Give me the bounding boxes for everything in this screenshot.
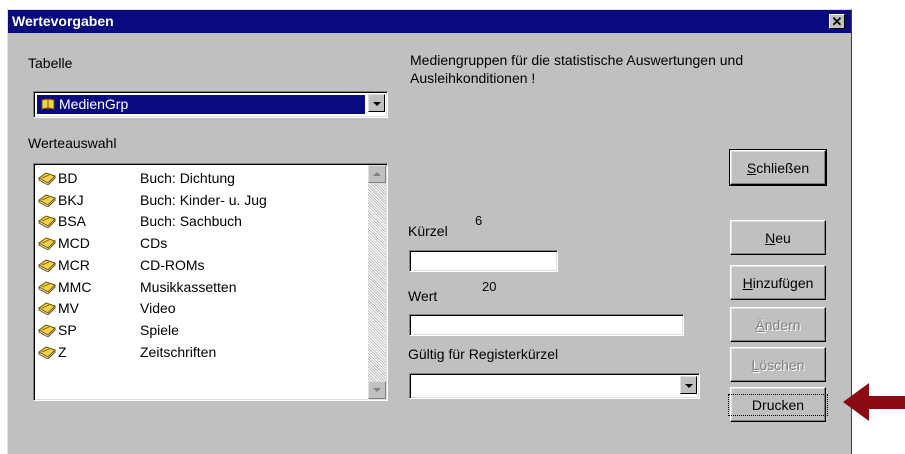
kuerzel-maxlen: 6: [475, 213, 483, 228]
list-item-code: MV: [58, 300, 79, 317]
list-item-code: BD: [58, 170, 78, 186]
list-item-description: Buch: Sachbuch: [140, 213, 242, 230]
list-item[interactable]: Z Zeitschriften: [38, 343, 368, 363]
open-book-icon: [38, 280, 56, 294]
tabelle-dropdown-arrow[interactable]: [368, 94, 385, 112]
aendern-button[interactable]: Ändern: [730, 307, 826, 342]
red-arrow-icon: [843, 383, 905, 421]
hinzufuegen-button[interactable]: Hinzufügen: [730, 265, 826, 300]
title-bar[interactable]: Wertevorgaben ✕: [8, 10, 851, 33]
schliessen-button[interactable]: Schließen: [729, 149, 827, 186]
registerkuerzel-dropdown[interactable]: [409, 373, 700, 399]
tabelle-selected-text: MedienGrp: [59, 96, 129, 112]
tabelle-label: Tabelle: [28, 55, 73, 71]
list-item-code: Z: [58, 343, 67, 360]
list-item[interactable]: MCR CD-ROMs: [38, 256, 368, 276]
list-item[interactable]: SP Spiele: [38, 321, 368, 341]
open-book-icon: [41, 98, 55, 110]
wert-maxlen: 20: [482, 279, 497, 294]
open-book-icon: [38, 172, 56, 185]
description-text: Mediengruppen für die statistische Auswe…: [410, 52, 744, 86]
list-item[interactable]: BKJ Buch: Kinder- u. Jug: [38, 191, 368, 211]
neu-button[interactable]: Neu: [730, 220, 826, 255]
close-button[interactable]: ✕: [829, 14, 845, 29]
open-book-icon: [38, 215, 56, 229]
schliessen-label: Schließen: [746, 159, 810, 176]
werteauswahl-list[interactable]: BD Buch: Dichtung BKJ Buch: Kinder- u. Jug B…: [33, 163, 388, 401]
drucken-button[interactable]: Drucken: [728, 387, 828, 422]
open-book-icon: [38, 302, 56, 316]
scroll-up-button[interactable]: [368, 165, 386, 183]
neu-label: Neu: [765, 229, 791, 246]
gueltig-label: Gültig für Registerkürzel: [408, 346, 559, 362]
wert-field[interactable]: [409, 314, 684, 336]
list-item[interactable]: MCD CDs: [38, 234, 368, 254]
list-item-description: Spiele: [140, 321, 179, 338]
list-item-description: Buch: Kinder- u. Jug: [140, 191, 267, 208]
list-item-code: BSA: [58, 213, 87, 230]
list-item-description: Video: [140, 300, 176, 317]
list-item-description: Musikkassetten: [140, 278, 237, 295]
open-book-icon: [38, 324, 56, 337]
open-book-icon: [38, 194, 56, 207]
window-title: Wertevorgaben: [12, 13, 114, 29]
list-item-code: BKJ: [58, 191, 84, 208]
tabelle-selected-value: MedienGrp: [37, 95, 365, 114]
list-item[interactable]: BD Buch: Dichtung: [38, 169, 368, 189]
scroll-down-button[interactable]: [368, 381, 386, 399]
drucken-label: Drucken: [728, 393, 828, 416]
list-item-description: Zeitschriften: [140, 343, 217, 360]
list-item-description: CDs: [140, 235, 168, 252]
list-item-code: MCR: [58, 256, 90, 273]
list-item-description: Buch: Dichtung: [140, 170, 235, 186]
close-icon: ✕: [831, 14, 843, 29]
wert-label: Wert: [408, 288, 438, 304]
loeschen-button[interactable]: Löschen: [730, 347, 826, 382]
werteauswahl-label: Werteauswahl: [28, 135, 117, 151]
aendern-label: Ändern: [755, 316, 801, 333]
dialog-window: Wertevorgaben ✕ Tabelle MedienGrp Wertea…: [7, 9, 852, 454]
list-scrollbar[interactable]: [368, 165, 386, 399]
open-book-icon: [38, 237, 56, 251]
kuerzel-label: Kürzel: [408, 223, 448, 239]
list-item[interactable]: BSA Buch: Sachbuch: [38, 212, 368, 232]
list-item-description: CD-ROMs: [140, 256, 205, 273]
tabelle-dropdown[interactable]: MedienGrp: [33, 91, 388, 118]
open-book-icon: [38, 259, 56, 272]
list-item-code: MMC: [58, 278, 92, 295]
registerkuerzel-dropdown-arrow[interactable]: [680, 376, 697, 394]
kuerzel-field[interactable]: [409, 250, 558, 272]
loeschen-label: Löschen: [751, 356, 805, 373]
hinzufuegen-label: Hinzufügen: [742, 274, 814, 291]
list-item[interactable]: MV Video: [38, 299, 368, 319]
list-item[interactable]: MMC Musikkassetten: [38, 278, 368, 298]
open-book-icon: [38, 346, 56, 359]
list-item-code: MCD: [58, 235, 90, 252]
list-item-code: SP: [58, 321, 77, 338]
